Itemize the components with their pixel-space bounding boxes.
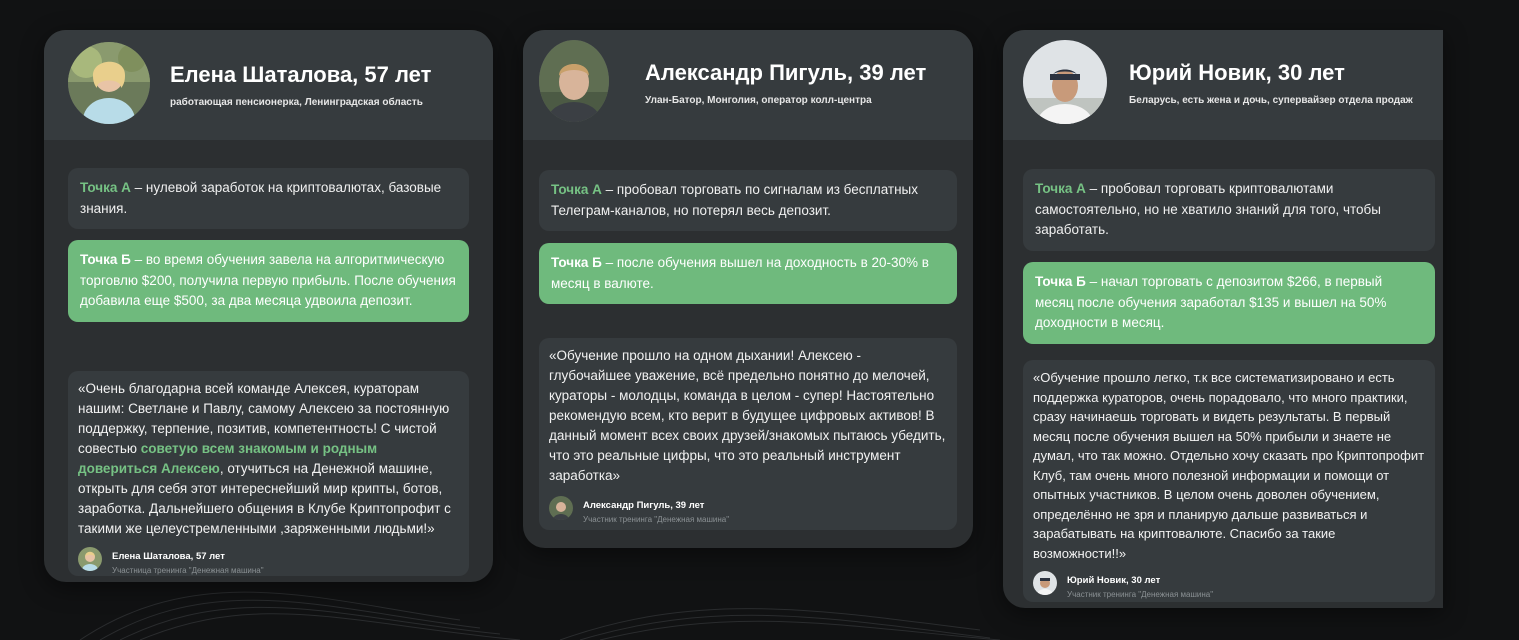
point-b-text: – начал торговать с депозитом $266, в пе…	[1035, 274, 1387, 330]
point-b-box: Точка Б – после обучения вышел на доходн…	[539, 243, 957, 304]
point-b-label: Точка Б	[551, 255, 602, 270]
quote-text: «Очень благодарна всей команде Алексея, …	[78, 379, 459, 539]
author-role: Участник тренинга "Денежная машина"	[583, 515, 730, 524]
point-b-box: Точка Б – во время обучения завела на ал…	[68, 240, 469, 322]
card-header: Александр Пигуль, 39 лет Улан-Батор, Мон…	[523, 30, 973, 140]
card-header: Елена Шаталова, 57 лет работающая пенсио…	[44, 30, 493, 140]
testimonial-quote-box: «Обучение прошло легко, т.к все системат…	[1023, 360, 1435, 602]
point-a-box: Точка А – пробовал торговать криптовалют…	[1023, 169, 1435, 251]
author-role: Участница тренинга "Денежная машина"	[112, 566, 264, 575]
testimonial-card-yuri: Юрий Новик, 30 лет Беларусь, есть жена и…	[1003, 30, 1443, 608]
person-name: Елена Шаталова, 57 лет	[170, 62, 432, 87]
card-header: Юрий Новик, 30 лет Беларусь, есть жена и…	[1003, 30, 1443, 140]
quote-text: «Обучение прошло легко, т.к все системат…	[1033, 370, 1425, 561]
person-subtitle: Улан-Батор, Монголия, оператор колл-цент…	[645, 95, 872, 106]
point-a-label: Точка А	[551, 182, 602, 197]
avatar	[539, 40, 609, 122]
point-b-text: – во время обучения завела на алгоритмич…	[80, 252, 456, 308]
person-subtitle: Беларусь, есть жена и дочь, супервайзер …	[1129, 95, 1413, 106]
testimonial-card-alexander: Александр Пигуль, 39 лет Улан-Батор, Мон…	[523, 30, 973, 548]
point-b-text: – после обучения вышел на доходность в 2…	[551, 255, 929, 291]
testimonial-quote-box: «Обучение прошло на одном дыхании! Алекс…	[539, 338, 957, 530]
quote-author: Елена Шаталова, 57 лет Участница тренинг…	[78, 545, 459, 575]
person-name: Александр Пигуль, 39 лет	[645, 60, 927, 85]
person-subtitle: работающая пенсионерка, Ленинградская об…	[170, 97, 423, 108]
person-name: Юрий Новик, 30 лет	[1129, 60, 1345, 85]
point-b-label: Точка Б	[80, 252, 131, 267]
avatar	[68, 42, 150, 124]
avatar	[1023, 40, 1107, 124]
point-b-box: Точка Б – начал торговать с депозитом $2…	[1023, 262, 1435, 344]
author-role: Участник тренинга "Денежная машина"	[1067, 590, 1214, 599]
point-a-text: – пробовал торговать по сигналам из бесп…	[551, 182, 919, 218]
author-avatar	[549, 496, 573, 520]
point-a-label: Точка А	[80, 180, 131, 195]
point-a-label: Точка А	[1035, 181, 1086, 196]
author-avatar	[78, 547, 102, 571]
quote-text: «Обучение прошло на одном дыхании! Алекс…	[549, 348, 946, 483]
testimonial-quote-box: «Очень благодарна всей команде Алексея, …	[68, 371, 469, 576]
point-a-box: Точка А – нулевой заработок на криптовал…	[68, 168, 469, 229]
point-a-text: – пробовал торговать криптовалютами само…	[1035, 181, 1381, 237]
author-avatar	[1033, 571, 1057, 595]
quote-author: Юрий Новик, 30 лет Участник тренинга "Де…	[1033, 569, 1425, 599]
point-a-box: Точка А – пробовал торговать по сигналам…	[539, 170, 957, 231]
testimonial-card-elena: Елена Шаталова, 57 лет работающая пенсио…	[44, 30, 493, 582]
quote-author: Александр Пигуль, 39 лет Участник тренин…	[549, 494, 947, 524]
point-a-text: – нулевой заработок на криптовалютах, ба…	[80, 180, 442, 216]
point-b-label: Точка Б	[1035, 274, 1086, 289]
